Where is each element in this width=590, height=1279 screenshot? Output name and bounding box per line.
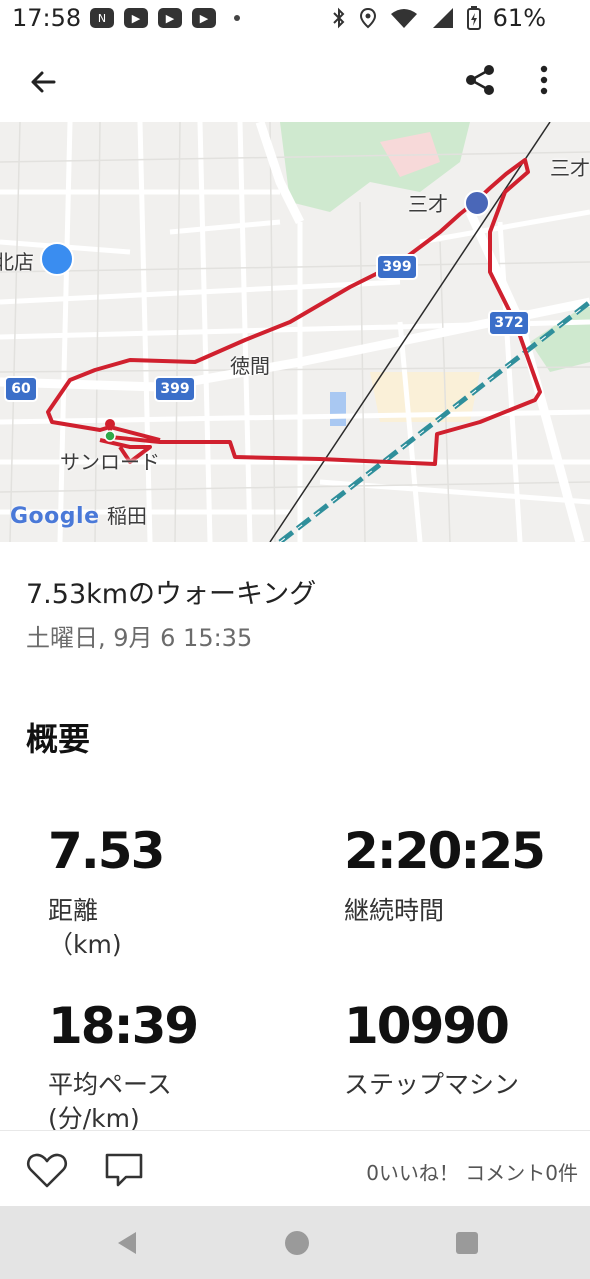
route-badge-372: 372	[488, 310, 530, 336]
route-map[interactable]: 三才 三才 北店 徳間 サンロード 稲田 399 399 372 60 Goog…	[0, 122, 590, 542]
route-badge-399: 399	[376, 254, 418, 280]
signal-icon	[432, 8, 453, 28]
likes-comments-count[interactable]: 0いいね！ コメント0件	[366, 1157, 578, 1186]
battery-icon	[466, 6, 481, 30]
nav-recents-icon[interactable]	[452, 1228, 482, 1258]
activity-title: 7.53kmのウォーキング	[26, 579, 317, 610]
steps-value: 10990	[344, 997, 510, 1055]
shopping-cart-icon[interactable]	[40, 242, 74, 276]
duration-value: 2:20:25	[344, 822, 546, 880]
system-nav-bar	[0, 1206, 590, 1279]
youtube-icon: ▶	[192, 8, 216, 28]
activity-date: 土曜日, 9月 6 15:35	[26, 624, 253, 652]
more-notifications-dot	[234, 15, 240, 21]
app-bar	[0, 44, 590, 120]
google-logo: Google	[10, 504, 100, 529]
map-label-shop: 北店	[0, 250, 34, 274]
more-vert-icon[interactable]	[530, 62, 558, 98]
status-bar: 17:58 N ▶ ▶ ▶ 61%	[0, 0, 590, 40]
battery-level: 61%	[492, 4, 546, 32]
map-label-sunroad: サンロード	[60, 450, 160, 474]
train-station-icon[interactable]	[464, 190, 490, 216]
nav-back-icon[interactable]	[112, 1228, 142, 1258]
map-label-sanzai: 三才	[408, 192, 448, 216]
share-icon[interactable]	[462, 62, 498, 98]
distance-label: 距離	[48, 896, 99, 925]
like-heart-icon[interactable]	[26, 1151, 68, 1189]
map-label-sanzai-edge: 三才	[550, 156, 590, 180]
location-icon	[359, 7, 376, 29]
map-label-inada: 稲田	[107, 504, 147, 528]
duration-label: 継続時間	[344, 896, 445, 925]
bluetooth-icon	[332, 7, 345, 29]
action-bar: 0いいね！ コメント0件	[0, 1130, 590, 1207]
route-badge-399: 399	[154, 376, 196, 402]
news-icon: N	[90, 8, 114, 28]
comment-icon[interactable]	[104, 1151, 144, 1189]
youtube-icon: ▶	[124, 8, 148, 28]
map-label-tokuma: 徳間	[230, 354, 270, 378]
wifi-icon	[390, 9, 417, 28]
notification-icons: N ▶ ▶ ▶	[90, 8, 240, 28]
steps-label: ステップマシン	[344, 1070, 520, 1099]
system-status-icons: 61%	[331, 4, 546, 32]
overview-heading: 概要	[26, 720, 91, 758]
pace-label: 平均ペース	[48, 1070, 172, 1099]
youtube-icon: ▶	[158, 8, 182, 28]
arrow-left-icon[interactable]	[26, 64, 62, 100]
distance-value: 7.53	[48, 822, 165, 880]
pace-value: 18:39	[48, 997, 199, 1055]
status-time: 17:58	[12, 4, 82, 32]
distance-unit: （km)	[48, 930, 122, 959]
route-badge-60: 60	[4, 376, 38, 402]
nav-home-icon[interactable]	[282, 1228, 312, 1258]
